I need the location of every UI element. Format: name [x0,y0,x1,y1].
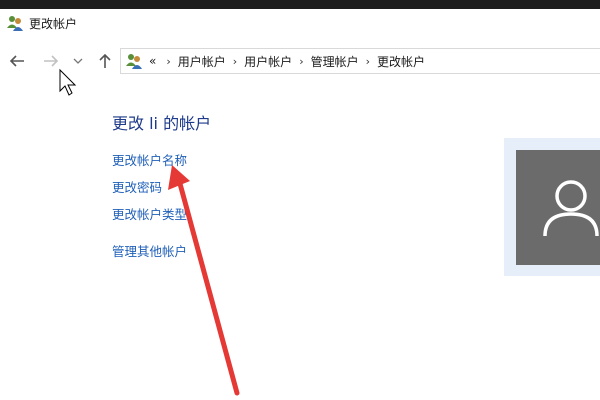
change-account-name-link[interactable]: 更改帐户名称 [112,150,187,169]
window-titlebar: 更改帐户 [0,9,600,37]
users-icon [7,16,23,31]
recent-locations-button[interactable] [71,51,85,71]
users-icon [126,54,142,69]
breadcrumb-overflow[interactable]: « [149,54,156,68]
back-button[interactable] [8,51,26,71]
user-silhouette-icon [543,179,599,236]
arrow-up-icon [99,53,111,68]
breadcrumb-separator[interactable]: › [366,55,370,68]
breadcrumb-item-2[interactable]: 用户帐户 [244,53,292,70]
breadcrumb-separator: › [166,54,171,68]
address-bar[interactable]: « › 用户帐户 › 用户帐户 › 管理帐户 › 更改帐户 [120,48,600,74]
arrow-right-icon [44,55,59,67]
breadcrumb-separator[interactable]: › [299,55,303,68]
manage-other-accounts-link[interactable]: 管理其他帐户 [112,241,187,260]
breadcrumb-item-4[interactable]: 更改帐户 [377,53,425,70]
breadcrumb-item-3[interactable]: 管理帐户 [311,53,359,70]
arrow-left-icon [9,55,24,67]
up-button[interactable] [96,51,114,71]
page-title: 更改 li 的帐户 [112,114,212,133]
breadcrumb-separator[interactable]: › [233,55,237,68]
navigation-bar: « › 用户帐户 › 用户帐户 › 管理帐户 › 更改帐户 [0,48,600,76]
window-title: 更改帐户 [29,16,78,31]
forward-button[interactable] [42,51,60,71]
top-border-strip [0,0,600,9]
breadcrumb-item-1[interactable]: 用户帐户 [178,53,226,70]
avatar [516,150,600,265]
change-account-type-link[interactable]: 更改帐户类型 [112,204,187,223]
chevron-down-icon [73,58,83,64]
change-password-link[interactable]: 更改密码 [112,177,162,196]
